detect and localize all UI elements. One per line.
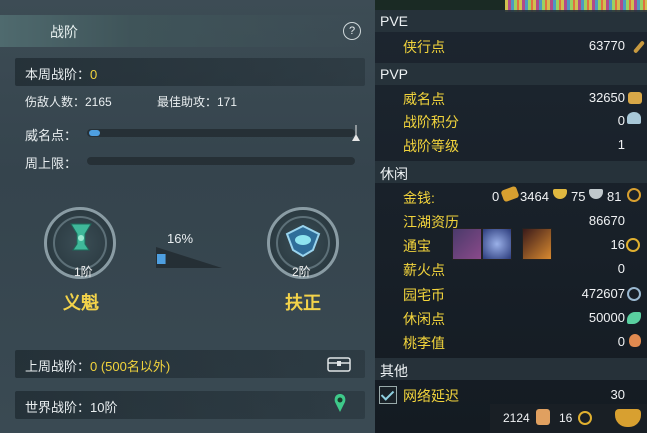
money-value-1: 3464 xyxy=(520,189,549,204)
peach-icon xyxy=(629,334,641,347)
pvp-header: PVP xyxy=(375,63,647,85)
fame-label: 威名点： xyxy=(25,128,78,143)
item-slot[interactable] xyxy=(452,228,482,260)
crystal-icon xyxy=(627,112,641,124)
next-rank-level: 2阶 xyxy=(292,265,311,279)
kills-label: 伤敌人数：2165 xyxy=(25,95,112,109)
item-slot[interactable] xyxy=(522,228,552,260)
gold-ingot-icon xyxy=(500,185,520,203)
leaf-icon xyxy=(627,312,641,324)
leisure-item-label: 通宝 xyxy=(403,238,431,254)
help-button[interactable]: ? xyxy=(343,22,361,40)
marker-icon xyxy=(352,125,360,141)
leisure-item-value: 86670 xyxy=(588,213,625,228)
pvp-item-value: 32650 xyxy=(588,90,625,105)
item-slot[interactable] xyxy=(482,228,512,260)
world-rank-label: 世界战阶：10阶 xyxy=(25,400,118,415)
week-rank-value: 0 xyxy=(90,67,98,82)
chest-icon[interactable] xyxy=(327,354,351,372)
week-cap-label: 周上限： xyxy=(25,156,78,171)
leisure-item-label: 薪火点 xyxy=(403,262,445,278)
money-label: 金钱: xyxy=(403,190,435,206)
last-week-label: 上周战阶：0 (500名以外) xyxy=(25,359,171,374)
pve-header: PVE xyxy=(375,10,647,32)
house-coin-icon xyxy=(627,287,641,301)
character-icon xyxy=(536,409,550,425)
last-week-value: 0 (500名以外) xyxy=(90,359,171,374)
pve-item-value: 63770 xyxy=(588,38,625,53)
next-rank-name: 扶正 xyxy=(285,293,321,313)
pvp-item-label: 战阶积分 xyxy=(403,114,459,130)
money-value-3: 81 xyxy=(607,189,622,204)
pvp-item-label: 威名点 xyxy=(403,91,445,107)
network-latency-label: 网络延迟 xyxy=(403,388,459,404)
week-rank-label: 本周战阶：0 xyxy=(25,67,98,82)
leisure-item-value: 16 xyxy=(610,237,625,252)
current-rank-level: 1阶 xyxy=(74,265,93,279)
network-latency-checkbox[interactable] xyxy=(379,386,397,404)
leisure-item-value: 50000 xyxy=(588,310,625,325)
pvp-item-value: 1 xyxy=(617,137,625,152)
location-pin-icon[interactable] xyxy=(333,393,347,413)
pve-item-label: 侠行点 xyxy=(403,39,445,55)
bottom-value-1: 2124 xyxy=(503,411,530,425)
pvp-item-label: 战阶等级 xyxy=(403,138,459,154)
copper-coin-icon xyxy=(627,188,641,202)
leisure-item-label: 江湖资历 xyxy=(403,214,459,230)
sword-icon xyxy=(632,40,646,54)
network-latency-value: 30 xyxy=(610,387,625,402)
bottom-value-2: 16 xyxy=(559,411,573,425)
other-header: 其他 xyxy=(375,358,647,380)
leisure-item-label: 桃李值 xyxy=(403,335,445,351)
fame-progress-bar xyxy=(87,129,355,137)
pvp-item-value: 0 xyxy=(617,113,625,128)
assist-label: 最佳助攻：171 xyxy=(157,95,238,109)
leisure-item-value: 0 xyxy=(617,261,625,276)
leisure-item-label: 休闲点 xyxy=(403,311,445,327)
current-rank-name: 义魁 xyxy=(63,293,99,313)
leisure-item-value: 472607 xyxy=(581,286,625,301)
cup-icon xyxy=(70,223,92,251)
week-cap-bar xyxy=(87,157,355,165)
panel-title: 战阶 xyxy=(50,24,78,40)
leisure-header: 休闲 xyxy=(375,161,647,183)
silver-coin-icon xyxy=(589,189,603,199)
leisure-item-label: 园宅币 xyxy=(403,287,445,303)
rank-panel: 战阶 ? 本周战阶：0 伤敌人数：2165 最佳助攻：171 威名点： 周上限：… xyxy=(0,0,375,433)
rank-progress-bar xyxy=(156,247,222,268)
money-value-0: 0 xyxy=(492,189,500,204)
tiger-icon xyxy=(628,92,642,104)
currency-panel: PVE 侠行点 63770 PVP 威名点 32650 战阶积分 0 战阶等级 … xyxy=(375,0,647,433)
leisure-item-value: 0 xyxy=(617,334,625,349)
money-value-2: 75 xyxy=(571,189,586,204)
fame-progress-fill xyxy=(89,130,100,136)
tongbao-icon xyxy=(578,411,592,425)
tongbao-icon xyxy=(626,238,640,252)
rank-progress-percent: 16% xyxy=(167,231,194,246)
shield-icon xyxy=(285,224,321,258)
gold-coin-icon xyxy=(553,189,567,199)
